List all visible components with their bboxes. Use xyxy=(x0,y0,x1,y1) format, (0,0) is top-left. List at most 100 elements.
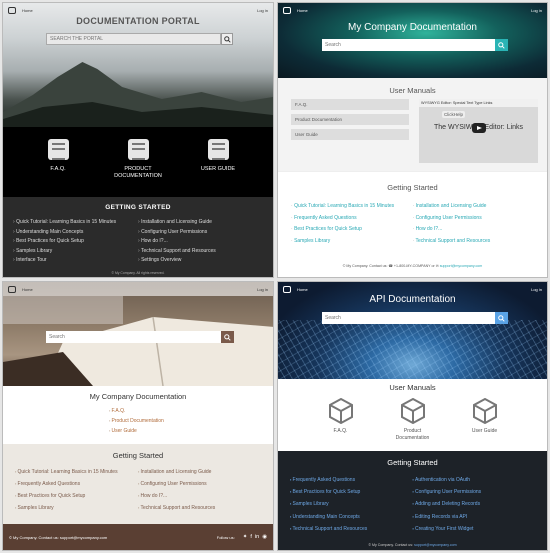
search-input[interactable] xyxy=(46,331,221,343)
user-guide-tile[interactable]: User Guide xyxy=(460,398,510,441)
search-button[interactable] xyxy=(495,39,508,51)
logo-icon[interactable] xyxy=(8,285,16,293)
top-bar: Home Log in xyxy=(278,3,547,17)
search-button[interactable] xyxy=(221,331,234,343)
list-item[interactable]: How do I?... xyxy=(138,237,263,247)
list-item[interactable]: Settings Overview xyxy=(138,256,263,266)
email-link[interactable]: support@mycompany.com xyxy=(440,264,483,268)
logo-icon[interactable] xyxy=(283,6,291,14)
list-item[interactable]: Technical Support and Resources xyxy=(413,236,535,248)
list-item[interactable]: Authentication via OAuth xyxy=(413,474,536,486)
product-documentation-tile[interactable]: PRODUCT DOCUMENTATION xyxy=(112,139,164,197)
home-link[interactable]: Home xyxy=(297,8,308,13)
manual-item[interactable]: F.A.Q. xyxy=(291,99,409,110)
list-item[interactable]: Understanding Main Concepts xyxy=(290,511,413,523)
list-item[interactable]: Best Practices for Quick Setup xyxy=(15,490,138,502)
links-column-left: Quick Tutorial: Learning Basics in 15 Mi… xyxy=(15,466,138,514)
list-item[interactable]: Adding and Deleting Records xyxy=(413,498,536,510)
list-item[interactable]: Configuring User Permissions xyxy=(138,228,263,238)
manual-links: F.A.Q. Product Documentation User Guide xyxy=(109,406,273,436)
manual-icons: F.A.Q. PRODUCT DOCUMENTATION USER GUIDE xyxy=(3,127,273,197)
list-item[interactable]: Best Practices for Quick Setup xyxy=(13,237,138,247)
search-input[interactable] xyxy=(46,33,221,45)
list-item[interactable]: Installation and Licensing Guide xyxy=(413,201,535,213)
book-icon xyxy=(127,139,149,160)
logo-icon[interactable] xyxy=(8,6,16,14)
facebook-icon[interactable]: f xyxy=(250,534,252,540)
search-button[interactable] xyxy=(495,312,508,324)
list-item[interactable]: Editing Records via API xyxy=(413,511,536,523)
list-item[interactable]: Frequently Asked Questions xyxy=(290,474,413,486)
product-documentation-tile[interactable]: Product Documentation xyxy=(388,398,438,441)
search-bar xyxy=(322,312,508,324)
list-item[interactable]: Technical Support and Resources xyxy=(138,502,261,514)
page-title: DOCUMENTATION PORTAL xyxy=(76,16,200,26)
manual-item[interactable]: Product Documentation xyxy=(291,114,409,125)
list-item[interactable]: Samples Library xyxy=(15,502,138,514)
rss-icon[interactable]: ◉ xyxy=(262,534,267,540)
list-item[interactable]: Samples Library xyxy=(291,236,413,248)
footer: © My Company. Contact us: support@mycomp… xyxy=(278,543,547,547)
book-icon xyxy=(47,139,69,160)
list-item[interactable]: Technical Support and Resources xyxy=(138,247,263,257)
list-item[interactable]: Installation and Licensing Guide xyxy=(138,218,263,228)
list-item[interactable]: Quick Tutorial: Learning Basics in 15 Mi… xyxy=(15,466,138,478)
twitter-icon[interactable]: ✦ xyxy=(243,534,248,540)
user-guide-tile[interactable]: USER GUIDE xyxy=(192,139,244,197)
home-link[interactable]: Home xyxy=(22,287,33,292)
list-item[interactable]: Samples Library xyxy=(290,498,413,510)
list-item[interactable]: Technical Support and Resources xyxy=(290,523,413,535)
list-item[interactable]: Installation and Licensing Guide xyxy=(138,466,261,478)
list-item[interactable]: User Guide xyxy=(109,426,273,436)
play-icon[interactable] xyxy=(472,123,486,133)
login-link[interactable]: Log in xyxy=(531,8,542,13)
list-item[interactable]: F.A.Q. xyxy=(109,406,273,416)
video-channel: ClickHelp xyxy=(442,111,466,118)
search-input[interactable] xyxy=(322,312,495,324)
video-embed[interactable]: WYSIWYG Editor: Special Text Type Links … xyxy=(419,99,538,163)
list-item[interactable]: Configuring User Permissions xyxy=(413,486,536,498)
login-link[interactable]: Log in xyxy=(531,287,542,292)
book-icon xyxy=(207,139,229,160)
list-item[interactable]: Product Documentation xyxy=(109,416,273,426)
list-item[interactable]: Configuring User Permissions xyxy=(138,478,261,490)
login-link[interactable]: Log in xyxy=(257,8,268,13)
user-manuals-section: User Manuals F.A.Q. Product Documentatio… xyxy=(278,379,547,451)
home-link[interactable]: Home xyxy=(297,287,308,292)
faq-tile[interactable]: F.A.Q. xyxy=(32,139,84,197)
copyright: © My Company. All rights reserved. xyxy=(111,271,165,275)
notebook-hero: Home Log in xyxy=(3,282,273,386)
getting-started-section: Getting Started Frequently Asked Questio… xyxy=(278,451,547,550)
list-item[interactable]: Frequently Asked Questions xyxy=(15,478,138,490)
tile-label: Product Documentation xyxy=(395,428,430,441)
page-title: API Documentation xyxy=(369,294,456,305)
list-item[interactable]: How do I?... xyxy=(413,224,535,236)
home-link[interactable]: Home xyxy=(22,8,33,13)
list-item[interactable]: How do I?... xyxy=(138,490,261,502)
login-link[interactable]: Log in xyxy=(257,287,268,292)
list-item[interactable]: Quick Tutorial: Learning Basics in 15 Mi… xyxy=(13,218,138,228)
search-input[interactable] xyxy=(322,39,495,51)
list-item[interactable]: Best Practices for Quick Setup xyxy=(290,486,413,498)
logo-icon[interactable] xyxy=(283,285,291,293)
manual-item[interactable]: User Guide xyxy=(291,129,409,140)
panel-documentation-portal: Home Log in DOCUMENTATION PORTAL F.A.Q. … xyxy=(2,2,274,278)
search-bar xyxy=(46,331,234,343)
linkedin-icon[interactable]: in xyxy=(255,534,259,540)
getting-started-section: GETTING STARTED Quick Tutorial: Learning… xyxy=(3,197,273,277)
documentation-section: My Company Documentation F.A.Q. Product … xyxy=(3,386,273,444)
mountain-image xyxy=(3,62,273,127)
cube-icon xyxy=(400,398,425,424)
list-item[interactable]: Interface Tour xyxy=(13,256,138,266)
list-item[interactable]: Understanding Main Concepts xyxy=(13,228,138,238)
email-link[interactable]: support@mycompany.com xyxy=(414,543,457,547)
list-item[interactable]: Creating Your First Widget xyxy=(413,523,536,535)
search-button[interactable] xyxy=(221,33,233,45)
list-item[interactable]: Samples Library xyxy=(13,247,138,257)
tile-label: F.A.Q. xyxy=(333,428,348,434)
list-item[interactable]: Quick Tutorial: Learning Basics in 15 Mi… xyxy=(291,201,413,213)
list-item[interactable]: Configuring User Permissions xyxy=(413,213,535,225)
faq-tile[interactable]: F.A.Q. xyxy=(316,398,366,441)
list-item[interactable]: Best Practices for Quick Setup xyxy=(291,224,413,236)
list-item[interactable]: Frequently Asked Questions xyxy=(291,213,413,225)
